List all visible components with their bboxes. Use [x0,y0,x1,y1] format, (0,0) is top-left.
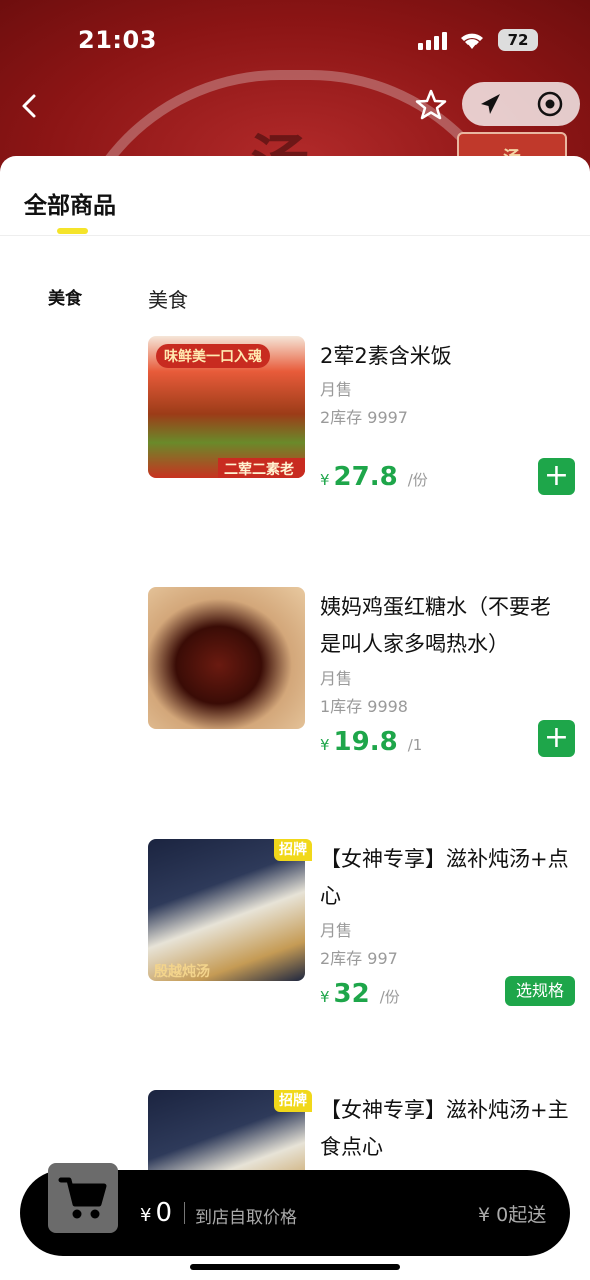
product-name: 【女神专享】滋补炖汤+主食点心 [320,1098,569,1159]
list-item[interactable]: 招牌 【女神专享】滋补炖汤+主食点心 [148,1090,578,1170]
add-to-cart-button[interactable]: + [538,458,575,495]
star-icon [415,89,447,120]
miniprogram-capsule [462,82,580,126]
chevron-left-icon [22,94,36,118]
add-to-cart-button[interactable]: + [538,720,575,757]
image-caption: 二荤二素老盒饭 [218,458,305,478]
product-image[interactable]: 味鲜美一口入魂 二荤二素老盒饭 [148,336,305,478]
product-image[interactable] [148,587,305,729]
shopping-cart-icon [58,1177,107,1219]
product-price: ¥ 32 /份 [320,979,400,1009]
product-price: ¥ 27.8 /份 [320,462,428,492]
pickup-price-note: 到店自取价格 [195,1208,297,1228]
monthly-sales: 月售 [320,669,353,688]
minimum-order: ¥ 0起送 [478,1204,547,1226]
wifi-icon [461,33,483,49]
divider [184,1202,185,1224]
sidebar-item-food[interactable]: 美食 [48,284,82,309]
list-item[interactable]: 味鲜美一口入魂 二荤二素老盒饭 2荤2素含米饭 月售 2库存 9997 ¥ 27… [148,336,578,496]
select-spec-button[interactable]: 选规格 [505,976,575,1006]
image-caption: 殷越炖汤 [154,964,210,980]
list-item[interactable]: 殷越炖汤 招牌 【女神专享】滋补炖汤+点心 月售 2库存 997 ¥ 32 /份… [148,839,578,1009]
signature-badge: 招牌 [274,839,312,861]
product-price: ¥ 19.8 /1 [320,727,423,757]
favorite-button[interactable] [414,88,448,122]
goods-sheet: 全部商品 美食 美食 味鲜美一口入魂 二荤二素老盒饭 2荤2素含米饭 月售 2库… [0,156,590,1280]
product-name: 2荤2素含米饭 [320,344,452,368]
status-time: 21:03 [78,26,157,54]
signature-badge: 招牌 [274,1090,312,1112]
monthly-sales: 月售 [320,921,353,940]
tab-active-indicator [57,228,88,234]
home-indicator [190,1264,400,1270]
location-arrow-icon[interactable] [478,91,504,117]
tab-bar: 全部商品 [0,156,590,236]
list-item[interactable]: 姨妈鸡蛋红糖水（不要老是叫人家多喝热水） 月售 1库存 9998 ¥ 19.8 … [148,587,578,757]
monthly-sales: 月售 [320,380,353,399]
section-title: 美食 [148,288,188,312]
product-name: 姨妈鸡蛋红糖水（不要老是叫人家多喝热水） [320,595,551,656]
cellular-signal-icon [418,32,447,50]
image-caption: 味鲜美一口入魂 [156,344,270,368]
tab-all-goods[interactable]: 全部商品 [24,186,116,220]
target-close-icon[interactable] [536,90,564,118]
stock-info: 2库存 9997 [320,408,408,427]
cart-button[interactable] [48,1163,118,1233]
stock-info: 2库存 997 [320,949,398,968]
cart-total: ¥ 0 [140,1198,172,1228]
back-button[interactable] [14,88,46,124]
status-bar: 21:03 72 [0,0,590,80]
stock-info: 1库存 9998 [320,697,408,716]
product-name: 【女神专享】滋补炖汤+点心 [320,847,569,908]
battery-icon: 72 [498,29,538,51]
